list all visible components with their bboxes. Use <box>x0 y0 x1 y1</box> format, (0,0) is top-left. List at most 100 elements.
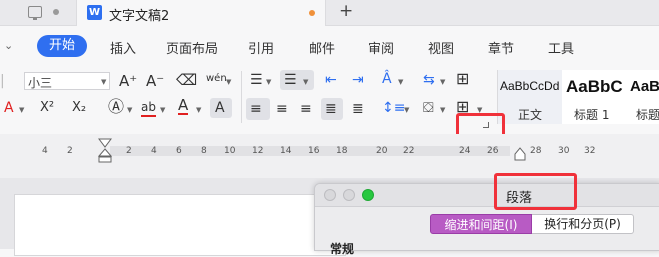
tab-indent-spacing[interactable]: 缩进和间距(I) <box>430 214 532 234</box>
align-left-icon: ≡ <box>250 101 262 117</box>
ruler-number: 10 <box>224 146 236 156</box>
chevron-down-icon: ▼ <box>127 106 133 114</box>
title-bar: W 文字文稿2 + <box>0 0 659 26</box>
style-sample: AaB <box>630 78 659 95</box>
ruler-number: 32 <box>584 146 596 156</box>
tab-line-page-break[interactable]: 换行和分页(P) <box>532 214 634 234</box>
ruler-number: 28 <box>530 146 542 156</box>
font-color-icon[interactable]: A <box>178 98 189 115</box>
window-display-icon[interactable] <box>28 6 42 20</box>
ruler-number: 26 <box>487 146 499 156</box>
font-name-edge: | <box>0 73 5 89</box>
tab-mailings[interactable]: 邮件 <box>309 38 335 57</box>
ruler-number: 2 <box>67 146 73 156</box>
style-name: 标题 <box>636 108 659 122</box>
ruler-number: 12 <box>252 146 264 156</box>
chevron-down-icon: ▼ <box>196 106 202 114</box>
close-button[interactable] <box>324 189 336 201</box>
tab-section[interactable]: 章节 <box>488 38 514 57</box>
style-name: 正文 <box>518 108 543 122</box>
decrease-indent-icon[interactable]: ⇤ <box>325 72 337 88</box>
distribute-icon[interactable]: ≣ <box>352 101 364 117</box>
tab-view[interactable]: 视图 <box>428 38 454 57</box>
ruler-number: 30 <box>558 146 570 156</box>
chevron-down-icon: ▼ <box>398 78 404 86</box>
unsaved-indicator <box>309 10 315 16</box>
ruler-number: 16 <box>308 146 320 156</box>
tab-page-layout[interactable]: 页面布局 <box>166 38 218 57</box>
grow-font-icon[interactable]: A⁺ <box>119 73 137 89</box>
text-direction-icon[interactable]: Â <box>382 71 392 87</box>
ruler-number: 8 <box>201 146 207 156</box>
style-sample: AaBbCcDd <box>500 79 560 93</box>
line-spacing-icon[interactable]: ↕≡ <box>382 100 405 116</box>
ruler-number: 2 <box>126 146 132 156</box>
tab-insert[interactable]: 插入 <box>110 38 136 57</box>
style-heading-1[interactable]: AaBbC 标题 1 <box>562 70 628 124</box>
numbered-list-icon: ☰ <box>284 72 297 88</box>
dialog-title-bar: 段落 <box>315 184 659 207</box>
clear-format-icon[interactable]: ⌫ <box>176 72 197 88</box>
shading-fill-icon[interactable]: ⛋ <box>423 100 434 116</box>
ruler-number: 22 <box>403 146 415 156</box>
document-title: 文字文稿2 <box>109 9 170 24</box>
subscript-icon[interactable]: X₂ <box>72 100 86 116</box>
style-heading[interactable]: AaB 标题 <box>628 70 659 124</box>
style-name: 标题 1 <box>574 108 610 122</box>
right-indent-marker[interactable] <box>514 146 526 161</box>
menu-bar: ⌄ 开始 插入 页面布局 引用 邮件 审阅 视图 章节 工具 <box>0 26 659 66</box>
document-page[interactable] <box>14 194 346 256</box>
superscript-icon[interactable]: X² <box>40 100 54 116</box>
ruler-number: 24 <box>459 146 471 156</box>
ruler-number: 18 <box>336 146 348 156</box>
ruler-number: 4 <box>42 146 48 156</box>
font-size-value: 小三 <box>28 76 53 90</box>
char-shading-icon: A <box>215 100 225 116</box>
document-tab[interactable]: W 文字文稿2 <box>76 0 326 26</box>
tab-tools[interactable]: 工具 <box>548 38 574 57</box>
bullet-list-icon[interactable]: ☰ <box>250 72 263 88</box>
zoom-button[interactable] <box>362 189 374 201</box>
ruler-number: 4 <box>151 146 157 156</box>
writer-doc-icon: W <box>87 5 102 20</box>
divider <box>241 71 242 123</box>
ruler-number: 20 <box>376 146 388 156</box>
table-border-icon[interactable]: ⊞ <box>456 71 469 87</box>
style-sample: AaBbC <box>566 77 623 96</box>
increase-indent-icon[interactable]: ⇥ <box>352 72 364 88</box>
tab-references[interactable]: 引用 <box>248 38 274 57</box>
font-size-select[interactable]: 小三 ▼ <box>24 72 110 90</box>
paragraph-dialog: 段落 缩进和间距(I) 换行和分页(P) 常规 <box>314 183 659 256</box>
indent-marker[interactable] <box>97 138 113 164</box>
chevron-down-icon: ▼ <box>440 106 446 114</box>
chevron-down-icon: ▼ <box>101 78 107 86</box>
chevron-down-icon: ▼ <box>226 78 232 86</box>
ruler-number: 6 <box>176 146 182 156</box>
chevron-down-icon: ▼ <box>160 106 166 114</box>
chevron-down-icon: ▼ <box>303 78 309 86</box>
phonetic-guide-icon[interactable]: wén <box>206 71 227 87</box>
chevron-down-icon: ▼ <box>266 78 272 86</box>
ruler-number: 14 <box>280 146 292 156</box>
tab-home[interactable]: 开始 <box>37 35 87 57</box>
chevron-down-icon: ▼ <box>19 106 25 114</box>
collapse-chevron-icon[interactable]: ⌄ <box>4 39 13 52</box>
highlight-title-box <box>494 173 577 210</box>
text-effect-icon[interactable]: Ⓐ <box>108 99 124 115</box>
ribbon: | 小三 ▼ A⁺ A⁻ ⌫ wén ▼ ☰ ▼ ☰ ▼ ⇤ ⇥ Â ▼ ⇆ ▼… <box>0 66 659 134</box>
tab-review[interactable]: 审阅 <box>368 38 394 57</box>
chevron-down-icon: ▼ <box>404 106 410 114</box>
styles-gallery: AaBbCcDd 正文 AaBbC 标题 1 AaB 标题 <box>497 70 659 124</box>
highlight-icon[interactable]: ab <box>141 99 156 117</box>
justify-icon: ≣ <box>325 101 337 117</box>
font-color-edge-icon[interactable]: A <box>4 100 14 116</box>
tab-status-dot <box>53 9 59 15</box>
align-center-icon[interactable]: ≡ <box>276 101 288 117</box>
align-right-icon[interactable]: ≡ <box>300 101 312 117</box>
chevron-down-icon: ▼ <box>440 78 446 86</box>
minimize-button[interactable] <box>343 189 355 201</box>
sort-icon[interactable]: ⇆ <box>423 72 435 88</box>
shrink-font-icon[interactable]: A⁻ <box>146 73 164 89</box>
style-normal[interactable]: AaBbCcDd 正文 <box>498 70 562 124</box>
new-tab-button[interactable]: + <box>339 1 353 21</box>
